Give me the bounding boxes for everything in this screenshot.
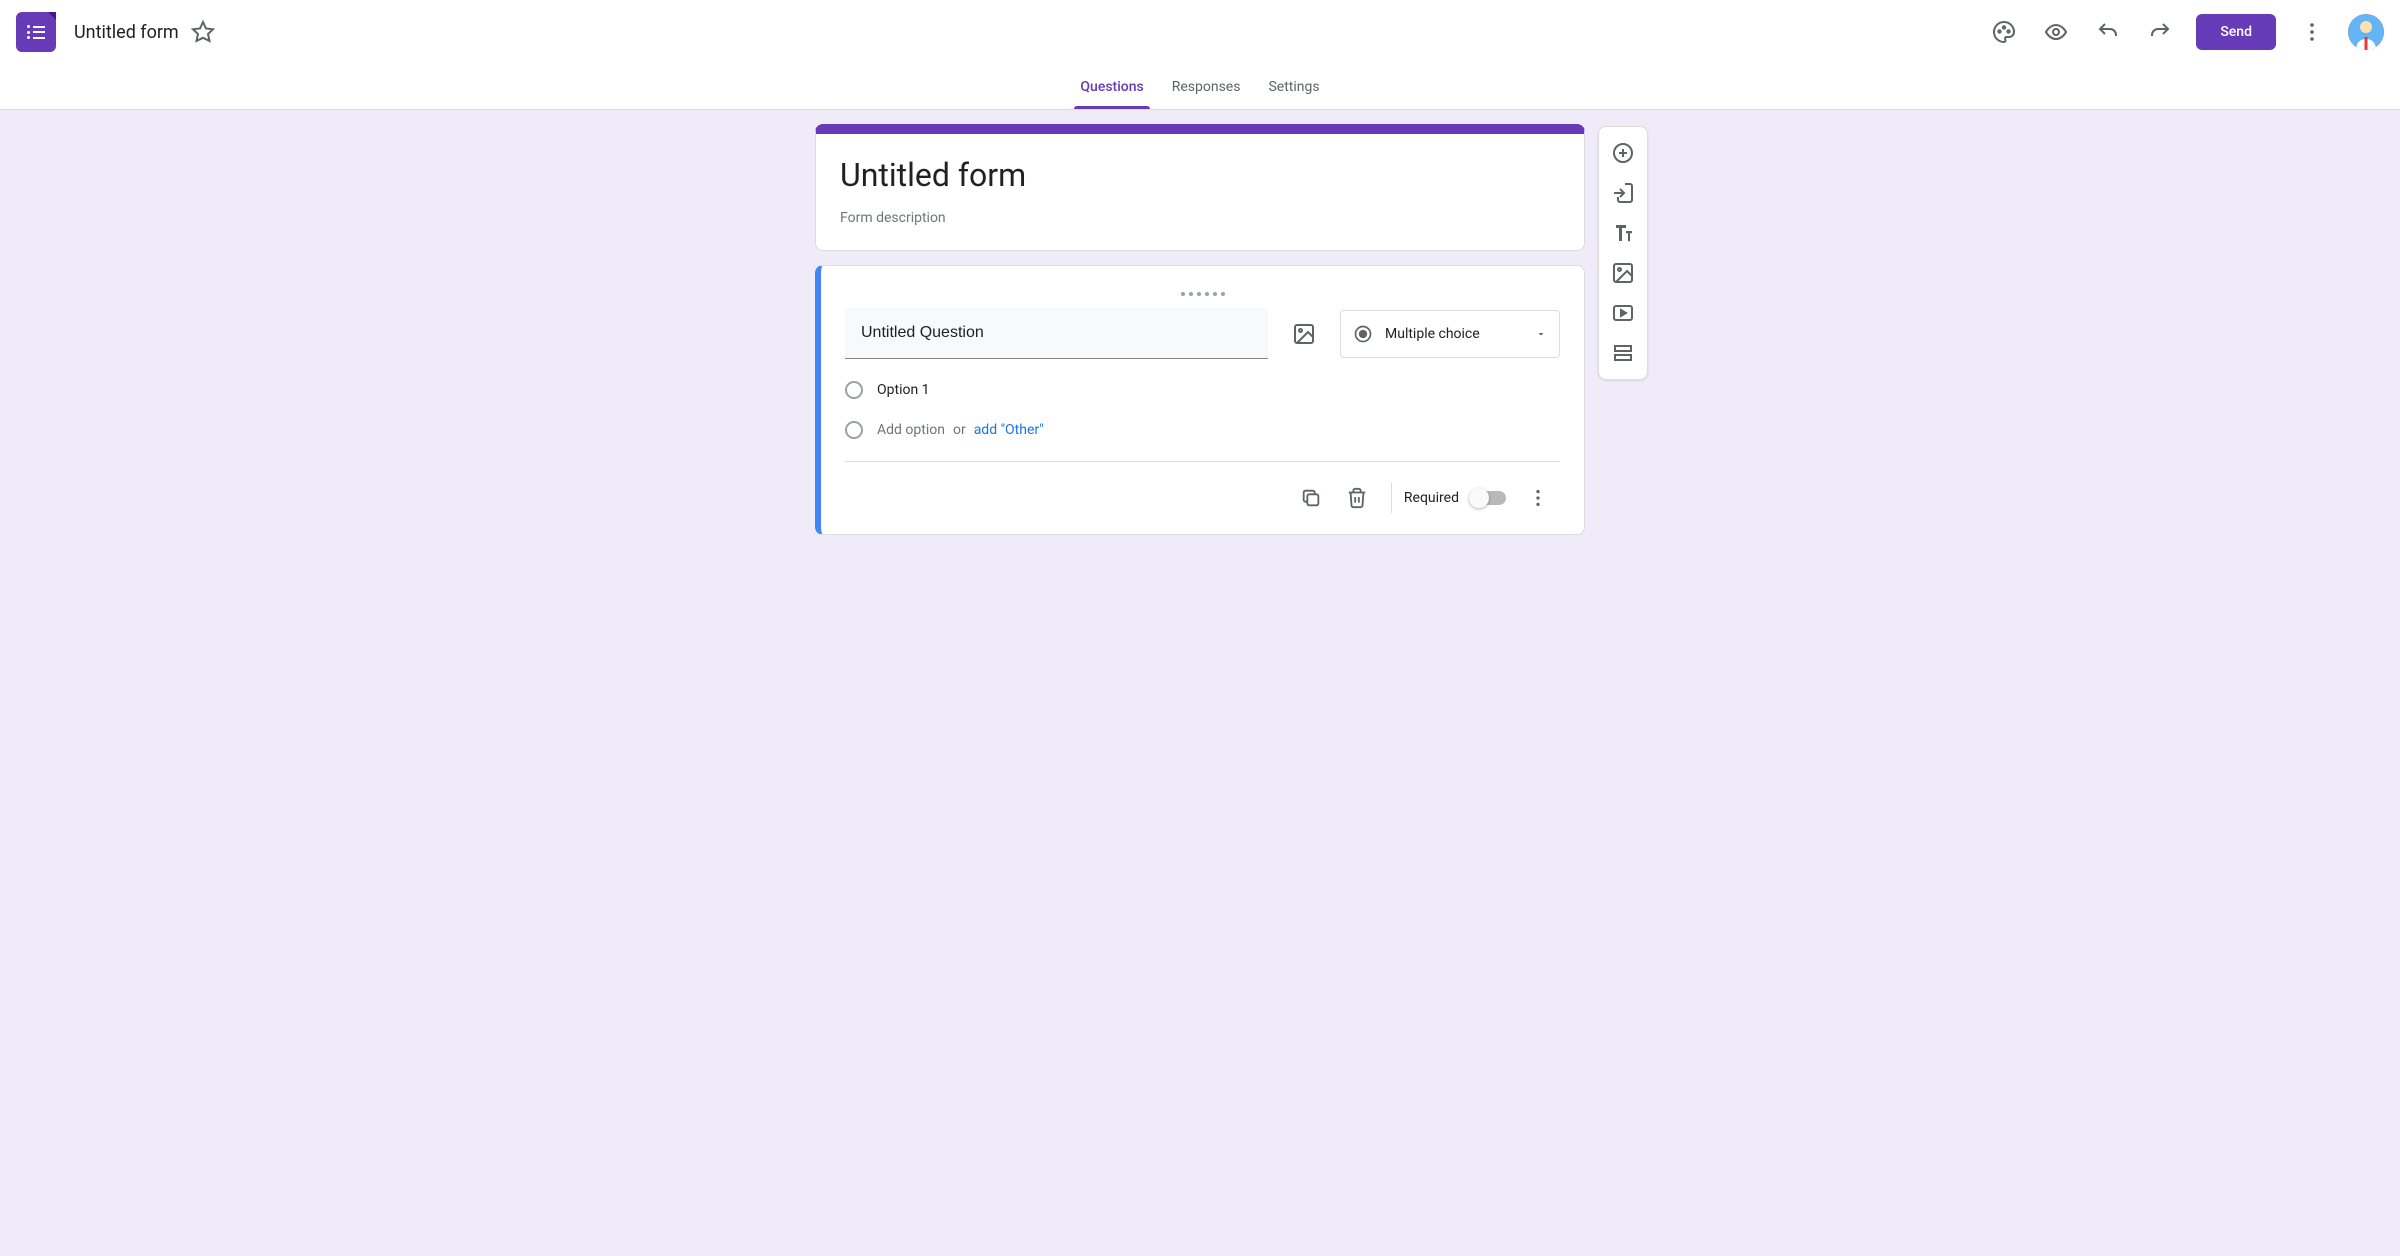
question-more-icon[interactable] (1516, 476, 1560, 520)
add-question-icon[interactable] (1605, 135, 1641, 171)
redo-icon[interactable] (2138, 10, 2182, 54)
add-image-to-question-icon[interactable] (1284, 314, 1324, 354)
document-title[interactable]: Untitled form (74, 22, 179, 43)
app-header: Untitled form Send (0, 0, 2400, 64)
or-text: or (953, 422, 966, 438)
question-type-select[interactable]: Multiple choice (1340, 310, 1560, 358)
form-header-card[interactable]: Untitled form Form description (815, 124, 1585, 251)
add-other-button[interactable]: add "Other" (974, 422, 1044, 438)
undo-icon[interactable] (2086, 10, 2130, 54)
tabs-bar: Questions Responses Settings (0, 64, 2400, 110)
forms-logo-icon[interactable] (16, 12, 56, 52)
add-option-row: Add option or add "Other" (845, 421, 1560, 439)
star-icon[interactable] (191, 20, 215, 44)
drag-handle-icon[interactable] (845, 286, 1560, 302)
dropdown-arrow-icon (1535, 328, 1547, 340)
question-card[interactable]: Multiple choice Option 1 Add option or a… (815, 265, 1585, 535)
send-button[interactable]: Send (2196, 14, 2276, 50)
option-row[interactable]: Option 1 (845, 381, 1560, 399)
radio-circle-icon (845, 381, 863, 399)
required-toggle[interactable] (1469, 491, 1506, 505)
add-video-icon[interactable] (1605, 295, 1641, 331)
question-footer: Required (845, 470, 1560, 526)
more-icon[interactable] (2290, 10, 2334, 54)
form-description[interactable]: Form description (840, 210, 1560, 226)
radio-icon (1353, 324, 1373, 344)
form-title[interactable]: Untitled form (840, 156, 1560, 194)
add-option-button[interactable]: Add option (877, 422, 945, 438)
tab-settings[interactable]: Settings (1254, 64, 1333, 109)
customize-theme-icon[interactable] (1982, 10, 2026, 54)
delete-icon[interactable] (1335, 476, 1379, 520)
account-avatar[interactable] (2348, 14, 2384, 50)
add-title-icon[interactable] (1605, 215, 1641, 251)
preview-icon[interactable] (2034, 10, 2078, 54)
radio-circle-icon (845, 421, 863, 439)
tab-responses[interactable]: Responses (1158, 64, 1255, 109)
add-section-icon[interactable] (1605, 335, 1641, 371)
divider (845, 461, 1560, 462)
side-toolbar (1598, 126, 1648, 380)
question-title-input[interactable] (845, 308, 1268, 359)
required-label: Required (1404, 490, 1459, 506)
question-type-label: Multiple choice (1385, 326, 1480, 342)
tab-questions[interactable]: Questions (1066, 64, 1157, 109)
add-image-icon[interactable] (1605, 255, 1641, 291)
import-questions-icon[interactable] (1605, 175, 1641, 211)
form-canvas: Untitled form Form description Multiple … (0, 110, 2400, 535)
option-label[interactable]: Option 1 (877, 382, 930, 398)
vertical-divider (1391, 483, 1392, 513)
duplicate-icon[interactable] (1289, 476, 1333, 520)
